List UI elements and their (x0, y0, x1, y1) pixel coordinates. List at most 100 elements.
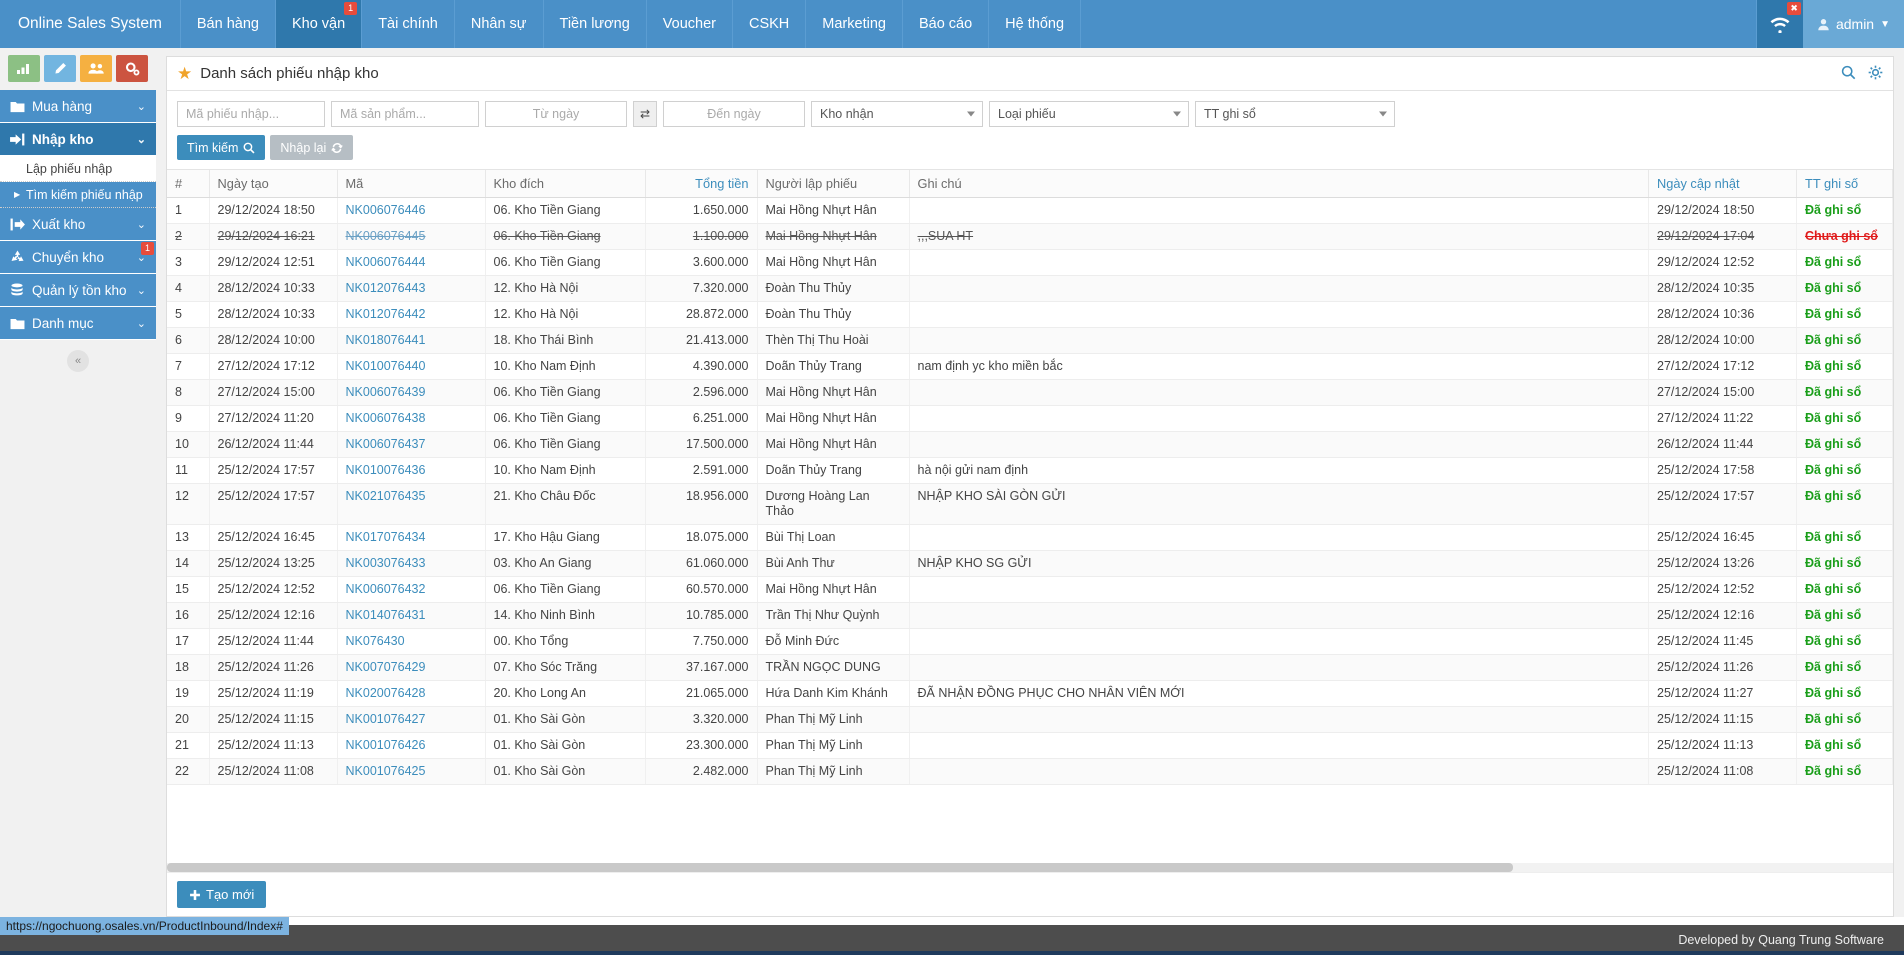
table-row[interactable]: 9 27/12/2024 11:20 NK006076438 06. Kho Tiền… (167, 405, 1893, 432)
inbound-code-link[interactable]: NK006076446 (346, 203, 426, 217)
cell-code[interactable]: NK006076432 (337, 576, 486, 603)
column-header-t-ng-ti-n[interactable]: Tổng tiền (645, 170, 758, 198)
sidebar-item-mua-hàng[interactable]: Mua hàng ⌄ (0, 90, 156, 123)
nav-item-voucher[interactable]: Voucher (647, 0, 733, 48)
table-row[interactable]: 11 25/12/2024 17:57 NK010076436 10. Kho Nam… (167, 457, 1893, 484)
column-header-ng-y-c-p-nh-t[interactable]: Ngày cập nhật (1648, 170, 1797, 198)
table-row[interactable]: 5 28/12/2024 10:33 NK012076442 12. Kho Hà N… (167, 301, 1893, 328)
users-icon[interactable] (80, 55, 112, 82)
cell-code[interactable]: NK017076434 (337, 524, 486, 551)
settings-icon[interactable] (116, 55, 148, 82)
cell-code[interactable]: NK001076427 (337, 706, 486, 733)
sidebar-subitem-tìm-kiếm-phiếu-nhập[interactable]: ▶ Tìm kiếm phiếu nhập (0, 182, 156, 208)
inbound-code-link[interactable]: NK010076440 (346, 359, 426, 373)
scrollbar-thumb[interactable] (167, 863, 1514, 872)
warehouse-select[interactable]: Kho nhận (811, 101, 983, 127)
inbound-code-link[interactable]: NK017076434 (346, 530, 426, 544)
inbound-code-link[interactable]: NK012076443 (346, 281, 426, 295)
sidebar-collapse-button[interactable]: « (67, 350, 89, 372)
create-new-button[interactable]: Tạo mới (177, 881, 267, 908)
cell-code[interactable]: NK006076444 (337, 249, 486, 276)
table-scroll-area[interactable]: # Ngày tạo Mã Kho đích Tổng tiền Người lập ph… (167, 170, 1893, 872)
inbound-code-link[interactable]: NK001076426 (346, 738, 426, 752)
inbound-code-link[interactable]: NK001076427 (346, 712, 426, 726)
nav-item-nhân-sự[interactable]: Nhân sự (455, 0, 544, 48)
sidebar-subitem-lập-phiếu-nhập[interactable]: Lập phiếu nhập (0, 156, 156, 182)
inbound-code-link[interactable]: NK006076437 (346, 437, 426, 451)
inbound-code-input[interactable] (177, 101, 325, 127)
table-row[interactable]: 10 26/12/2024 11:44 NK006076437 06. Kho Tiề… (167, 431, 1893, 458)
swap-icon[interactable]: ⇄ (633, 101, 657, 127)
inbound-code-link[interactable]: NK006076438 (346, 411, 426, 425)
cell-code[interactable]: NK006076437 (337, 431, 486, 458)
cell-code[interactable]: NK007076429 (337, 654, 486, 681)
inbound-code-link[interactable]: NK020076428 (346, 686, 426, 700)
table-row[interactable]: 22 25/12/2024 11:08 NK001076425 01. Kho Sài… (167, 758, 1893, 785)
table-row[interactable]: 19 25/12/2024 11:19 NK020076428 20. Kho Lon… (167, 680, 1893, 707)
search-button[interactable]: Tìm kiếm (177, 135, 266, 160)
table-row[interactable]: 6 28/12/2024 10:00 NK018076441 18. Kho Thái… (167, 327, 1893, 354)
inbound-code-link[interactable]: NK012076442 (346, 307, 426, 321)
table-row[interactable]: 21 25/12/2024 11:13 NK001076426 01. Kho Sài… (167, 732, 1893, 759)
inbound-code-link[interactable]: NK021076435 (346, 489, 426, 503)
table-row[interactable]: 1 29/12/2024 18:50 NK006076446 06. Kho Tiền… (167, 197, 1893, 224)
cell-code[interactable]: NK012076442 (337, 301, 486, 328)
table-row[interactable]: 16 25/12/2024 12:16 NK014076431 14. Kho Nin… (167, 602, 1893, 629)
cell-code[interactable]: NK001076426 (337, 732, 486, 759)
table-row[interactable]: 8 27/12/2024 15:00 NK006076439 06. Kho Tiền… (167, 379, 1893, 406)
cell-code[interactable]: NK076430 (337, 628, 486, 655)
voucher-type-select[interactable]: Loại phiếu (989, 101, 1189, 127)
sidebar-item-xuất-kho[interactable]: Xuất kho ⌄ (0, 208, 156, 241)
inbound-code-link[interactable]: NK007076429 (346, 660, 426, 674)
inbound-code-link[interactable]: NK006076445 (346, 229, 426, 243)
nav-item-tiền-lương[interactable]: Tiền lương (544, 0, 647, 48)
nav-item-kho-vận[interactable]: Kho vận 1 (275, 0, 363, 48)
cell-code[interactable]: NK001076425 (337, 758, 486, 785)
table-row[interactable]: 3 29/12/2024 12:51 NK006076444 06. Kho Tiền… (167, 249, 1893, 276)
pencil-icon[interactable] (44, 55, 76, 82)
table-row[interactable]: 20 25/12/2024 11:15 NK001076427 01. Kho Sài… (167, 706, 1893, 733)
connection-status-button[interactable]: ✖ (1756, 0, 1803, 48)
sidebar-item-quản-lý-tồn-kho[interactable]: Quản lý tồn kho ⌄ (0, 274, 156, 307)
cell-code[interactable]: NK006076438 (337, 405, 486, 432)
table-row[interactable]: 14 25/12/2024 13:25 NK003076433 03. Kho An … (167, 550, 1893, 577)
posting-status-select[interactable]: TT ghi sổ (1195, 101, 1395, 127)
table-row[interactable]: 2 29/12/2024 16:21 NK006076445 06. Kho Tiền… (167, 223, 1893, 250)
horizontal-scrollbar[interactable] (167, 863, 1893, 872)
cell-code[interactable]: NK003076433 (337, 550, 486, 577)
cell-code[interactable]: NK020076428 (337, 680, 486, 707)
inbound-code-link[interactable]: NK006076432 (346, 582, 426, 596)
nav-item-marketing[interactable]: Marketing (806, 0, 903, 48)
inbound-code-link[interactable]: NK003076433 (346, 556, 426, 570)
sidebar-item-chuyển-kho[interactable]: Chuyển kho ⌄ 1 (0, 241, 156, 274)
cell-code[interactable]: NK010076440 (337, 353, 486, 380)
table-row[interactable]: 12 25/12/2024 17:57 NK021076435 21. Kho Châ… (167, 483, 1893, 525)
cell-code[interactable]: NK012076443 (337, 275, 486, 302)
table-row[interactable]: 18 25/12/2024 11:26 NK007076429 07. Kho Sóc… (167, 654, 1893, 681)
search-icon[interactable] (1841, 65, 1856, 84)
inbound-code-link[interactable]: NK006076444 (346, 255, 426, 269)
table-row[interactable]: 17 25/12/2024 11:44 NK076430 00. Kho Tổng 7.… (167, 628, 1893, 655)
product-code-input[interactable] (331, 101, 479, 127)
cell-code[interactable]: NK006076439 (337, 379, 486, 406)
table-row[interactable]: 7 27/12/2024 17:12 NK010076440 10. Kho Nam … (167, 353, 1893, 380)
inbound-code-link[interactable]: NK006076439 (346, 385, 426, 399)
nav-item-bán-hàng[interactable]: Bán hàng (181, 0, 276, 48)
cell-code[interactable]: NK006076445 (337, 223, 486, 250)
cell-code[interactable]: NK010076436 (337, 457, 486, 484)
inbound-code-link[interactable]: NK014076431 (346, 608, 426, 622)
nav-item-tài-chính[interactable]: Tài chính (362, 0, 455, 48)
cell-code[interactable]: NK018076441 (337, 327, 486, 354)
chart-icon[interactable] (8, 55, 40, 82)
nav-item-hệ-thống[interactable]: Hệ thống (989, 0, 1082, 48)
date-to-input[interactable] (663, 101, 805, 127)
gear-icon[interactable] (1868, 65, 1883, 84)
date-from-input[interactable] (485, 101, 627, 127)
table-row[interactable]: 13 25/12/2024 16:45 NK017076434 17. Kho Hậu… (167, 524, 1893, 551)
table-row[interactable]: 15 25/12/2024 12:52 NK006076432 06. Kho Tiề… (167, 576, 1893, 603)
cell-code[interactable]: NK021076435 (337, 483, 486, 525)
table-row[interactable]: 4 28/12/2024 10:33 NK012076443 12. Kho Hà N… (167, 275, 1893, 302)
cell-code[interactable]: NK006076446 (337, 197, 486, 224)
star-icon[interactable]: ★ (177, 64, 192, 84)
sidebar-item-nhập-kho[interactable]: Nhập kho ⌄ (0, 123, 156, 156)
